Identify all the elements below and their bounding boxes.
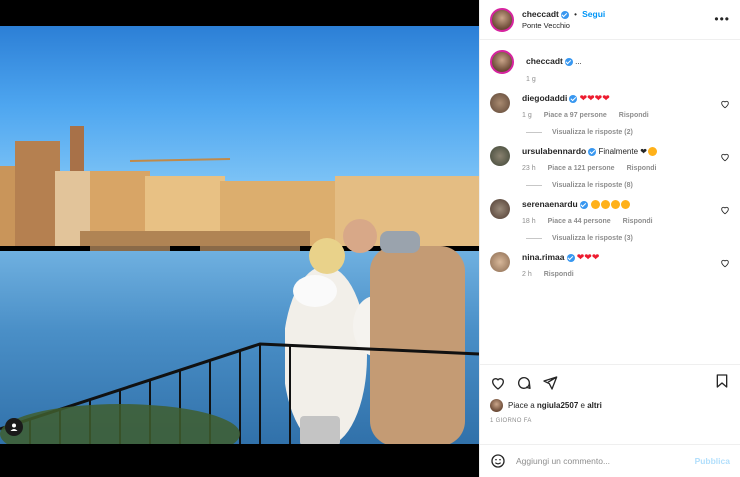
comment-age: 18 h bbox=[522, 218, 536, 225]
comment-input[interactable] bbox=[516, 456, 695, 466]
comment-icon[interactable] bbox=[516, 375, 532, 391]
reply-button[interactable]: Rispondi bbox=[623, 218, 653, 225]
author-username[interactable]: checcadt bbox=[522, 9, 559, 19]
comment-username[interactable]: ursulabennardo bbox=[522, 146, 586, 156]
comment-item: ursulabennardo Finalmente ❤ 23 h Piace a… bbox=[490, 146, 730, 172]
verified-icon bbox=[579, 200, 588, 209]
comment-age: 23 h bbox=[522, 165, 536, 172]
share-icon[interactable] bbox=[542, 375, 558, 391]
comment-likes[interactable]: Piace a 97 persone bbox=[544, 112, 607, 119]
likes-prefix: Piace a bbox=[508, 401, 535, 410]
comment-username[interactable]: serenaenardu bbox=[522, 199, 578, 209]
likes-row: Piace a ngiula2507 e altri bbox=[480, 393, 740, 412]
post-header: checcadt • Segui Ponte Vecchio ••• bbox=[480, 0, 740, 40]
comment-item: serenaenardu 18 h Piace a 44 persone Ris… bbox=[490, 199, 730, 225]
comment-text: ❤❤❤❤ bbox=[579, 93, 610, 103]
reply-button[interactable]: Rispondi bbox=[619, 112, 649, 119]
comment-age: 1 g bbox=[522, 112, 532, 119]
comment-avatar[interactable] bbox=[490, 93, 510, 113]
heart-icon[interactable] bbox=[720, 99, 730, 109]
comment-text: ❤❤❤ bbox=[576, 252, 600, 262]
comment-item: diegodaddi ❤❤❤❤ 1 g Piace a 97 persone R… bbox=[490, 93, 730, 119]
comments-list[interactable]: checcadt ... 1 g diegodaddi ❤❤❤❤ 1 g Pia… bbox=[480, 40, 740, 365]
post-date[interactable]: 1 giorno fa bbox=[480, 412, 740, 424]
photo-railing bbox=[0, 342, 479, 444]
likes-conj: e bbox=[580, 401, 585, 410]
view-replies-button[interactable]: Visualizza le risposte (2) bbox=[526, 129, 730, 136]
face-emoji-icon bbox=[590, 200, 600, 210]
bookmark-icon[interactable] bbox=[714, 373, 730, 389]
face-emoji-icon bbox=[600, 200, 610, 210]
face-emoji-icon bbox=[620, 200, 630, 210]
dot-separator: • bbox=[574, 10, 577, 19]
comment-avatar[interactable] bbox=[490, 199, 510, 219]
user-tag-icon[interactable] bbox=[5, 418, 23, 436]
heart-icon[interactable] bbox=[490, 375, 506, 391]
caption-avatar[interactable] bbox=[490, 50, 514, 74]
reply-button[interactable]: Rispondi bbox=[627, 165, 657, 172]
post-photo-panel bbox=[0, 0, 479, 477]
verified-icon bbox=[569, 94, 578, 103]
comment-username[interactable]: diegodaddi bbox=[522, 93, 567, 103]
view-replies-button[interactable]: Visualizza le risposte (3) bbox=[526, 235, 730, 242]
author-info: checcadt • Segui Ponte Vecchio bbox=[522, 9, 605, 30]
post-caption: checcadt ... 1 g bbox=[490, 50, 730, 83]
face-emoji-icon bbox=[647, 147, 657, 157]
verified-icon bbox=[588, 147, 597, 156]
more-icon[interactable]: ••• bbox=[714, 12, 730, 26]
comment-likes[interactable]: Piace a 121 persone bbox=[548, 165, 615, 172]
author-avatar[interactable] bbox=[490, 7, 514, 32]
likes-others-link[interactable]: altri bbox=[587, 401, 602, 410]
reply-button[interactable]: Rispondi bbox=[544, 271, 574, 278]
comment-likes[interactable]: Piace a 44 persone bbox=[548, 218, 611, 225]
heart-icon[interactable] bbox=[720, 205, 730, 215]
verified-icon bbox=[566, 253, 575, 262]
add-comment-bar: Pubblica bbox=[480, 444, 740, 477]
liker-avatar[interactable] bbox=[490, 399, 503, 412]
caption-age: 1 g bbox=[526, 76, 536, 83]
caption-text: ... bbox=[575, 57, 582, 66]
view-replies-button[interactable]: Visualizza le risposte (8) bbox=[526, 182, 730, 189]
face-emoji-icon bbox=[610, 200, 620, 210]
emoji-icon[interactable] bbox=[490, 453, 506, 469]
post-location[interactable]: Ponte Vecchio bbox=[522, 21, 605, 30]
comment-avatar[interactable] bbox=[490, 252, 510, 272]
liker-username[interactable]: ngiula2507 bbox=[537, 401, 578, 410]
verified-icon bbox=[564, 57, 573, 66]
publish-button[interactable]: Pubblica bbox=[695, 456, 730, 466]
verified-icon bbox=[560, 10, 569, 19]
heart-icon[interactable] bbox=[720, 152, 730, 162]
comment-text: Finalmente ❤ bbox=[598, 147, 647, 156]
post-side-panel: checcadt • Segui Ponte Vecchio ••• checc… bbox=[479, 0, 740, 477]
comment-item: nina.rimaa ❤❤❤ 2 h Rispondi bbox=[490, 252, 730, 278]
comment-age: 2 h bbox=[522, 271, 532, 278]
post-photo[interactable] bbox=[0, 26, 479, 444]
follow-button[interactable]: Segui bbox=[582, 9, 605, 19]
heart-icon[interactable] bbox=[720, 258, 730, 268]
post-actions bbox=[480, 365, 740, 393]
caption-username[interactable]: checcadt bbox=[526, 56, 563, 66]
comment-avatar[interactable] bbox=[490, 146, 510, 166]
comment-username[interactable]: nina.rimaa bbox=[522, 252, 565, 262]
